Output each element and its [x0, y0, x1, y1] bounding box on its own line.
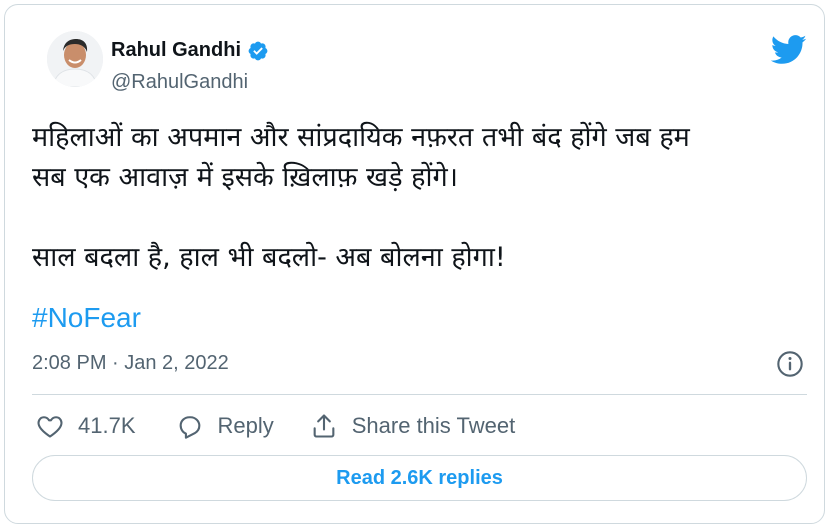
reply-label: Reply: [217, 413, 274, 438]
avatar[interactable]: [47, 31, 103, 87]
verified-badge-icon: [248, 41, 268, 60]
reply-button[interactable]: Reply: [176, 412, 274, 440]
share-button[interactable]: Share this Tweet: [310, 412, 515, 440]
hashtag-link[interactable]: #NoFear: [32, 302, 141, 334]
tweet-actions: 41.7K Reply Share this Tweet: [32, 409, 515, 443]
like-button[interactable]: 41.7K: [36, 412, 136, 440]
reply-icon: [179, 416, 200, 439]
tweet-card: Rahul Gandhi @RahulGandhi महिलाओं का अपम…: [4, 4, 825, 524]
author-name-row[interactable]: Rahul Gandhi: [111, 39, 269, 62]
heart-icon: [37, 416, 63, 438]
share-label: Share this Tweet: [351, 413, 516, 438]
tweet-text: महिलाओं का अपमान और सांप्रदायिक नफ़रत तभ…: [32, 118, 822, 278]
tweet-text-line: सब एक आवाज़ में इसके ख़िलाफ़ खड़े होंगे।: [32, 162, 458, 193]
like-count: 41.7K: [78, 413, 136, 438]
tweet-text-line: महिलाओं का अपमान और सांप्रदायिक नफ़रत तभ…: [32, 122, 690, 153]
divider: [32, 394, 807, 395]
author-name[interactable]: Rahul Gandhi: [111, 39, 241, 62]
share-icon: [313, 414, 335, 438]
twitter-bird-icon[interactable]: [771, 35, 807, 65]
info-icon[interactable]: [776, 350, 804, 378]
tweet-timestamp[interactable]: 2:08 PM · Jan 2, 2022: [32, 352, 229, 375]
read-replies-button[interactable]: Read 2.6K replies: [32, 455, 807, 501]
author-handle[interactable]: @RahulGandhi: [111, 71, 248, 94]
tweet-text-line: साल बदला है, हाल भी बदलो- अब बोलना होगा!: [32, 242, 506, 273]
